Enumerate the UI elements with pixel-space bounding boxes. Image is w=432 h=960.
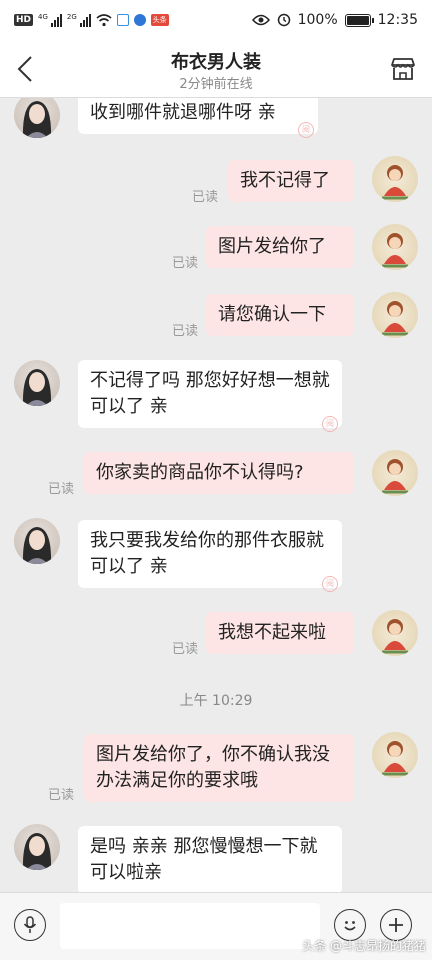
- avatar-me[interactable]: [372, 610, 418, 656]
- read-receipt: 已读: [48, 482, 75, 497]
- chat-header: 布衣男人装 2分钟前在线: [0, 40, 432, 98]
- message-bubble[interactable]: 我不记得了: [228, 160, 354, 202]
- cartoon-avatar-icon: [382, 619, 408, 654]
- message-bubble[interactable]: 图片发给你了，你不确认我没办法满足你的要求哦: [84, 734, 354, 802]
- watermark: 头条 @斗志昂扬的猪猪: [302, 939, 426, 953]
- hd-badge: HD: [14, 14, 34, 26]
- message-text: 请您确认一下: [218, 304, 326, 325]
- girl-avatar-icon: [22, 369, 52, 406]
- read-receipt: 已读: [48, 788, 75, 803]
- time-separator: 上午 10:29: [179, 693, 253, 709]
- avatar-seller[interactable]: [14, 518, 60, 564]
- message-bubble[interactable]: 我想不起来啦: [206, 612, 354, 654]
- read-receipt: 已读: [172, 256, 199, 271]
- avatar-me[interactable]: [372, 292, 418, 338]
- read-receipt: 已读: [192, 190, 219, 205]
- girl-avatar-icon: [22, 833, 52, 870]
- cartoon-avatar-icon: [382, 233, 408, 268]
- message-text: 图片发给你了，你不确认我没办法满足你的要求哦: [96, 744, 330, 791]
- shop-button[interactable]: [388, 54, 418, 84]
- input-bar: 头条 @斗志昂扬的猪猪: [0, 892, 432, 960]
- avatar-me[interactable]: [372, 156, 418, 202]
- signal-icon: [50, 13, 62, 27]
- message-bubble[interactable]: 你家卖的商品你不认得吗?: [84, 452, 354, 494]
- avatar-me[interactable]: [372, 224, 418, 270]
- signal-2-icon: [79, 13, 91, 27]
- message-text: 是吗 亲亲 那您慢慢想一下就可以啦亲: [90, 836, 318, 883]
- network-type-1: 4G: [38, 13, 48, 21]
- stamp-icon: 阅: [322, 416, 338, 432]
- chat-area[interactable]: 收到哪件就退哪件呀 亲 阅 已读 我不记得了 已读 图片发给你了 已读 请您确认…: [0, 98, 432, 892]
- microphone-icon: [23, 916, 37, 933]
- message-text: 你家卖的商品你不认得吗?: [96, 462, 304, 483]
- app-notification-icon: [116, 14, 129, 26]
- app-notification-2-icon: [133, 14, 146, 26]
- message-bubble[interactable]: 图片发给你了: [206, 226, 354, 268]
- online-status: 2分钟前在线: [179, 77, 253, 92]
- message-bubble[interactable]: 不记得了吗 那您好好想一想就可以了 亲 阅: [78, 360, 342, 432]
- cartoon-avatar-icon: [382, 741, 408, 776]
- wifi-icon: [96, 13, 112, 26]
- avatar-seller[interactable]: [14, 360, 60, 406]
- message-text: 不记得了吗 那您好好想一想就可以了 亲: [90, 370, 330, 417]
- girl-avatar-icon: [22, 101, 52, 138]
- page-title: 布衣男人装: [171, 52, 261, 73]
- stamp-icon: 阅: [298, 122, 314, 138]
- message-input[interactable]: [60, 903, 320, 949]
- girl-avatar-icon: [22, 527, 52, 564]
- alarm-icon: [277, 13, 290, 27]
- message-bubble[interactable]: 是吗 亲亲 那您慢慢想一下就可以啦亲: [78, 826, 342, 892]
- cartoon-avatar-icon: [382, 301, 408, 336]
- battery-icon: [344, 13, 374, 27]
- status-bar: HD 4G 2G 头条 100% 12:35: [0, 0, 432, 40]
- message-text: 我不记得了: [240, 170, 330, 191]
- avatar-me[interactable]: [372, 732, 418, 778]
- smiley-icon: [344, 921, 356, 931]
- message-text: 图片发给你了: [218, 236, 326, 257]
- stamp-icon: 阅: [322, 576, 338, 592]
- shop-icon: [391, 58, 415, 80]
- eye-icon: [251, 14, 270, 26]
- message-bubble[interactable]: 请您确认一下: [206, 294, 354, 336]
- message-bubble[interactable]: 收到哪件就退哪件呀 亲 阅: [78, 98, 318, 138]
- battery-percent: 100%: [297, 12, 338, 28]
- plus-icon: [389, 918, 403, 932]
- read-receipt: 已读: [172, 324, 199, 339]
- network-type-2: 2G: [66, 13, 77, 21]
- message-text: 收到哪件就退哪件呀 亲: [90, 102, 276, 123]
- status-right: 100% 12:35: [251, 12, 418, 28]
- avatar-seller[interactable]: [14, 98, 60, 138]
- message-text: 我想不起来啦: [218, 622, 326, 643]
- status-left: HD 4G 2G 头条: [14, 13, 169, 27]
- message-text: 我只要我发给你的那件衣服就可以了 亲: [90, 530, 324, 577]
- clock: 12:35: [377, 12, 418, 28]
- cartoon-avatar-icon: [382, 165, 408, 200]
- voice-button[interactable]: [14, 909, 46, 941]
- avatar-seller[interactable]: [14, 824, 60, 870]
- read-receipt: 已读: [172, 642, 199, 657]
- cartoon-avatar-icon: [382, 459, 408, 494]
- toutiao-badge: 头条: [150, 14, 169, 26]
- avatar-me[interactable]: [372, 450, 418, 496]
- message-bubble[interactable]: 我只要我发给你的那件衣服就可以了 亲 阅: [78, 520, 342, 592]
